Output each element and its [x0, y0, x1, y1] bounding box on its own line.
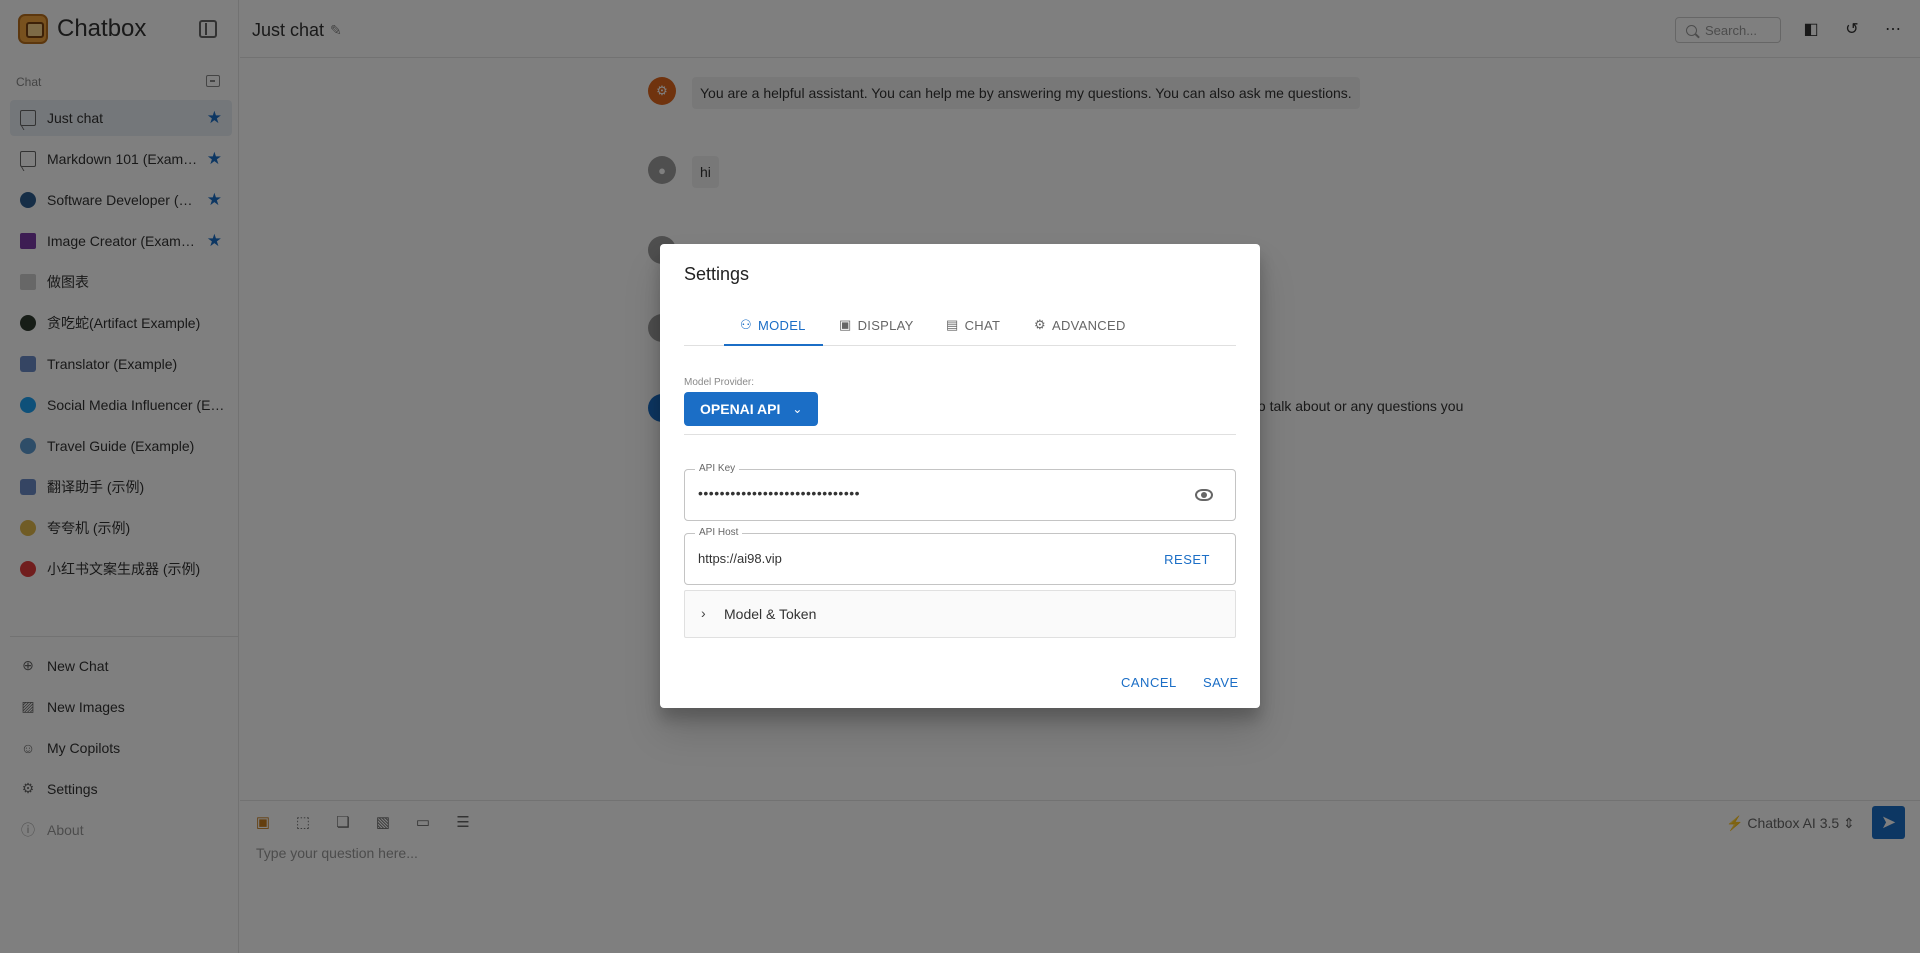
- eye-icon[interactable]: [1195, 489, 1213, 501]
- accordion-label: Model & Token: [724, 606, 817, 622]
- api-key-field[interactable]: API Key ••••••••••••••••••••••••••••••: [684, 463, 1236, 521]
- tab-label: CHAT: [964, 317, 1001, 333]
- tab-indicator: [724, 344, 823, 346]
- provider-label: Model Provider:: [684, 377, 755, 388]
- tab-label: MODEL: [757, 317, 806, 333]
- tab-label: ADVANCED: [1051, 317, 1126, 333]
- provider-value: OPENAI API: [700, 401, 781, 417]
- field-label: API Host: [695, 527, 743, 538]
- field-label: API Key: [695, 463, 740, 474]
- model-provider-dropdown[interactable]: OPENAI API ⌄: [684, 392, 818, 426]
- settings-dialog: Settings ⚇ MODEL ▣ DISPLAY ▤ CHAT ⚙ ADVA…: [660, 244, 1260, 708]
- api-host-value: https://ai98.vip: [698, 551, 782, 566]
- tab-model[interactable]: ⚇ MODEL: [740, 304, 806, 346]
- api-host-field[interactable]: API Host https://ai98.vip RESET: [684, 527, 1236, 585]
- robot-icon: ⚇: [740, 317, 752, 332]
- tab-label: DISPLAY: [857, 317, 914, 333]
- display-icon: ▣: [839, 317, 852, 332]
- settings-tabs: ⚇ MODEL ▣ DISPLAY ▤ CHAT ⚙ ADVANCED: [684, 304, 1236, 346]
- chevron-down-icon: ⌄: [792, 402, 803, 416]
- model-token-accordion[interactable]: › Model & Token: [684, 590, 1236, 638]
- dialog-title: Settings: [684, 264, 750, 284]
- divider: [684, 434, 1236, 435]
- cancel-button[interactable]: CANCEL: [1121, 675, 1177, 690]
- api-key-value: ••••••••••••••••••••••••••••••: [698, 485, 861, 501]
- tab-display[interactable]: ▣ DISPLAY: [839, 304, 914, 346]
- chat-icon: ▤: [946, 317, 959, 332]
- reset-button[interactable]: RESET: [1164, 552, 1210, 567]
- save-button[interactable]: SAVE: [1203, 675, 1239, 690]
- tab-chat[interactable]: ▤ CHAT: [946, 304, 1000, 346]
- chevron-right-icon: ›: [701, 605, 706, 621]
- gear-icon: ⚙: [1034, 317, 1046, 332]
- tab-advanced[interactable]: ⚙ ADVANCED: [1034, 304, 1126, 346]
